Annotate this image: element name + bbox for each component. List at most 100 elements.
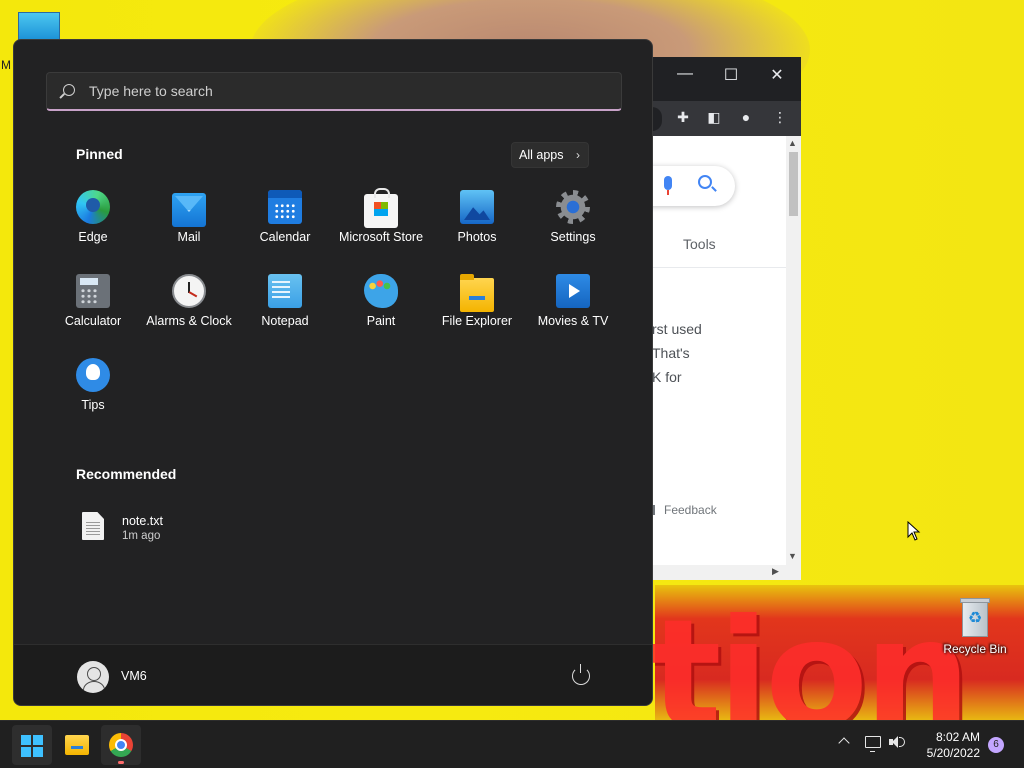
result-snippet-line: That's	[652, 345, 690, 361]
pinned-app-calendar[interactable]: Calendar	[237, 190, 333, 270]
pinned-app-paint[interactable]: Paint	[333, 274, 429, 354]
pinned-app-microsoft-store[interactable]: Microsoft Store	[333, 188, 429, 270]
vertical-scrollbar[interactable]: ▲ ▼	[786, 136, 801, 565]
wallpaper-text: tion	[650, 588, 971, 720]
edge-icon	[76, 190, 110, 224]
voice-search-icon[interactable]	[664, 176, 672, 195]
volume-icon[interactable]	[889, 735, 909, 751]
running-indicator	[118, 761, 124, 764]
app-label: File Explorer	[441, 314, 513, 328]
network-icon[interactable]	[865, 736, 881, 752]
menu-kebab-icon[interactable]: ⋮	[770, 109, 790, 126]
file-explorer-icon	[460, 274, 494, 312]
pinned-app-photos[interactable]: Photos	[429, 190, 525, 270]
horizontal-scrollbar[interactable]: ▶	[652, 565, 801, 580]
omnibox[interactable]	[652, 107, 662, 131]
tips-icon	[76, 358, 110, 392]
calculator-icon	[76, 274, 110, 308]
text-file-icon	[82, 512, 104, 540]
result-snippet-line: rst used	[652, 321, 702, 337]
recommended-heading: Recommended	[76, 466, 177, 482]
app-label: Calculator	[64, 314, 122, 328]
pinned-app-file-explorer[interactable]: File Explorer	[429, 274, 525, 354]
clock-date: 5/20/2022	[926, 746, 980, 760]
show-hidden-icons-chevron-up-icon[interactable]	[838, 735, 852, 749]
feedback-link[interactable]: Feedback	[664, 503, 717, 517]
desktop-shortcut-icon[interactable]	[18, 12, 60, 42]
recycle-bin-label: Recycle Bin	[943, 642, 1007, 656]
desktop-shortcut-label: M	[1, 58, 11, 72]
folder-icon	[65, 735, 89, 755]
mail-icon	[172, 193, 206, 227]
app-label: Notepad	[261, 314, 309, 328]
system-clock[interactable]: 8:02 AM 5/20/2022	[918, 729, 980, 761]
pinned-heading: Pinned	[76, 146, 123, 162]
notification-badge[interactable]: 6	[988, 737, 1004, 753]
start-search-box[interactable]	[46, 72, 622, 111]
chrome-toolbar: ✚ ◧ ● ⋮	[652, 101, 801, 136]
recommended-item-name: note.txt	[122, 514, 163, 528]
recycle-bin-icon: ♻	[958, 598, 992, 640]
app-label: Calendar	[259, 230, 311, 244]
search-icon[interactable]	[698, 175, 712, 189]
app-label: Mail	[177, 230, 201, 244]
pinned-app-notepad[interactable]: Notepad	[237, 274, 333, 354]
chrome-window: — ☐ ✕ ✚ ◧ ● ⋮ Tools rst used That's K fo…	[652, 57, 801, 580]
paint-icon	[364, 274, 398, 308]
app-label: Alarms & Clock	[146, 314, 232, 328]
divider	[652, 267, 786, 268]
chrome-titlebar: — ☐ ✕	[652, 57, 801, 101]
start-button[interactable]	[12, 725, 52, 765]
alarms-clock-icon	[172, 274, 206, 308]
all-apps-button[interactable]: All apps ›	[511, 142, 589, 168]
pinned-app-calculator[interactable]: Calculator	[45, 274, 141, 354]
user-name[interactable]: VM6	[121, 669, 147, 683]
taskbar-file-explorer[interactable]	[57, 725, 97, 765]
user-avatar-icon[interactable]	[77, 661, 109, 693]
maximize-button[interactable]: ☐	[716, 65, 746, 85]
pinned-app-mail[interactable]: Mail	[141, 190, 237, 270]
pinned-app-edge[interactable]: Edge	[45, 190, 141, 270]
result-snippet-line: K for	[652, 369, 682, 385]
tools-tab[interactable]: Tools	[683, 236, 716, 252]
pinned-app-settings[interactable]: Settings	[525, 190, 621, 270]
clock-time: 8:02 AM	[935, 730, 980, 744]
scroll-right-icon[interactable]: ▶	[772, 566, 779, 577]
chevron-right-icon: ›	[576, 148, 580, 162]
side-panel-icon[interactable]: ◧	[704, 109, 724, 126]
app-label: Photos	[457, 230, 497, 244]
microsoft-store-icon	[364, 188, 398, 228]
recommended-item-time: 1m ago	[122, 530, 161, 542]
start-menu: Pinned All apps › Edge Mail Calendar Mic…	[13, 39, 653, 706]
pinned-app-alarms-clock[interactable]: Alarms & Clock	[141, 274, 237, 354]
recycle-bin[interactable]: ♻ Recycle Bin	[940, 598, 1010, 656]
chrome-icon	[109, 733, 133, 757]
app-label: Paint	[366, 314, 396, 328]
scrollbar-thumb[interactable]	[789, 152, 798, 216]
search-input[interactable]	[89, 73, 609, 109]
pinned-app-movies-tv[interactable]: Movies & TV	[525, 274, 621, 354]
photos-icon	[460, 190, 494, 224]
recommended-item[interactable]: note.txt 1m ago	[76, 508, 236, 548]
close-button[interactable]: ✕	[762, 65, 792, 85]
extensions-icon[interactable]: ✚	[673, 109, 693, 126]
app-label: Tips	[81, 398, 105, 412]
minimize-button[interactable]: —	[670, 65, 700, 83]
all-apps-label: All apps	[519, 148, 564, 162]
app-label: Microsoft Store	[338, 230, 424, 244]
taskbar-chrome[interactable]	[101, 725, 141, 765]
app-label: Settings	[550, 230, 596, 244]
pinned-app-tips[interactable]: Tips	[45, 358, 141, 438]
chrome-page-content: Tools rst used That's K for Feedback	[652, 136, 786, 565]
app-label: Movies & TV	[537, 314, 609, 328]
profile-icon[interactable]: ●	[736, 109, 756, 125]
scroll-up-icon[interactable]: ▲	[788, 138, 797, 148]
power-icon[interactable]	[572, 664, 590, 685]
taskbar: 8:02 AM 5/20/2022 6	[0, 720, 1024, 768]
scroll-down-icon[interactable]: ▼	[788, 551, 797, 561]
windows-logo-icon	[21, 735, 43, 757]
movies-tv-icon	[556, 274, 590, 308]
app-label: Edge	[78, 230, 108, 244]
notepad-icon	[268, 274, 302, 308]
search-icon	[63, 84, 75, 96]
